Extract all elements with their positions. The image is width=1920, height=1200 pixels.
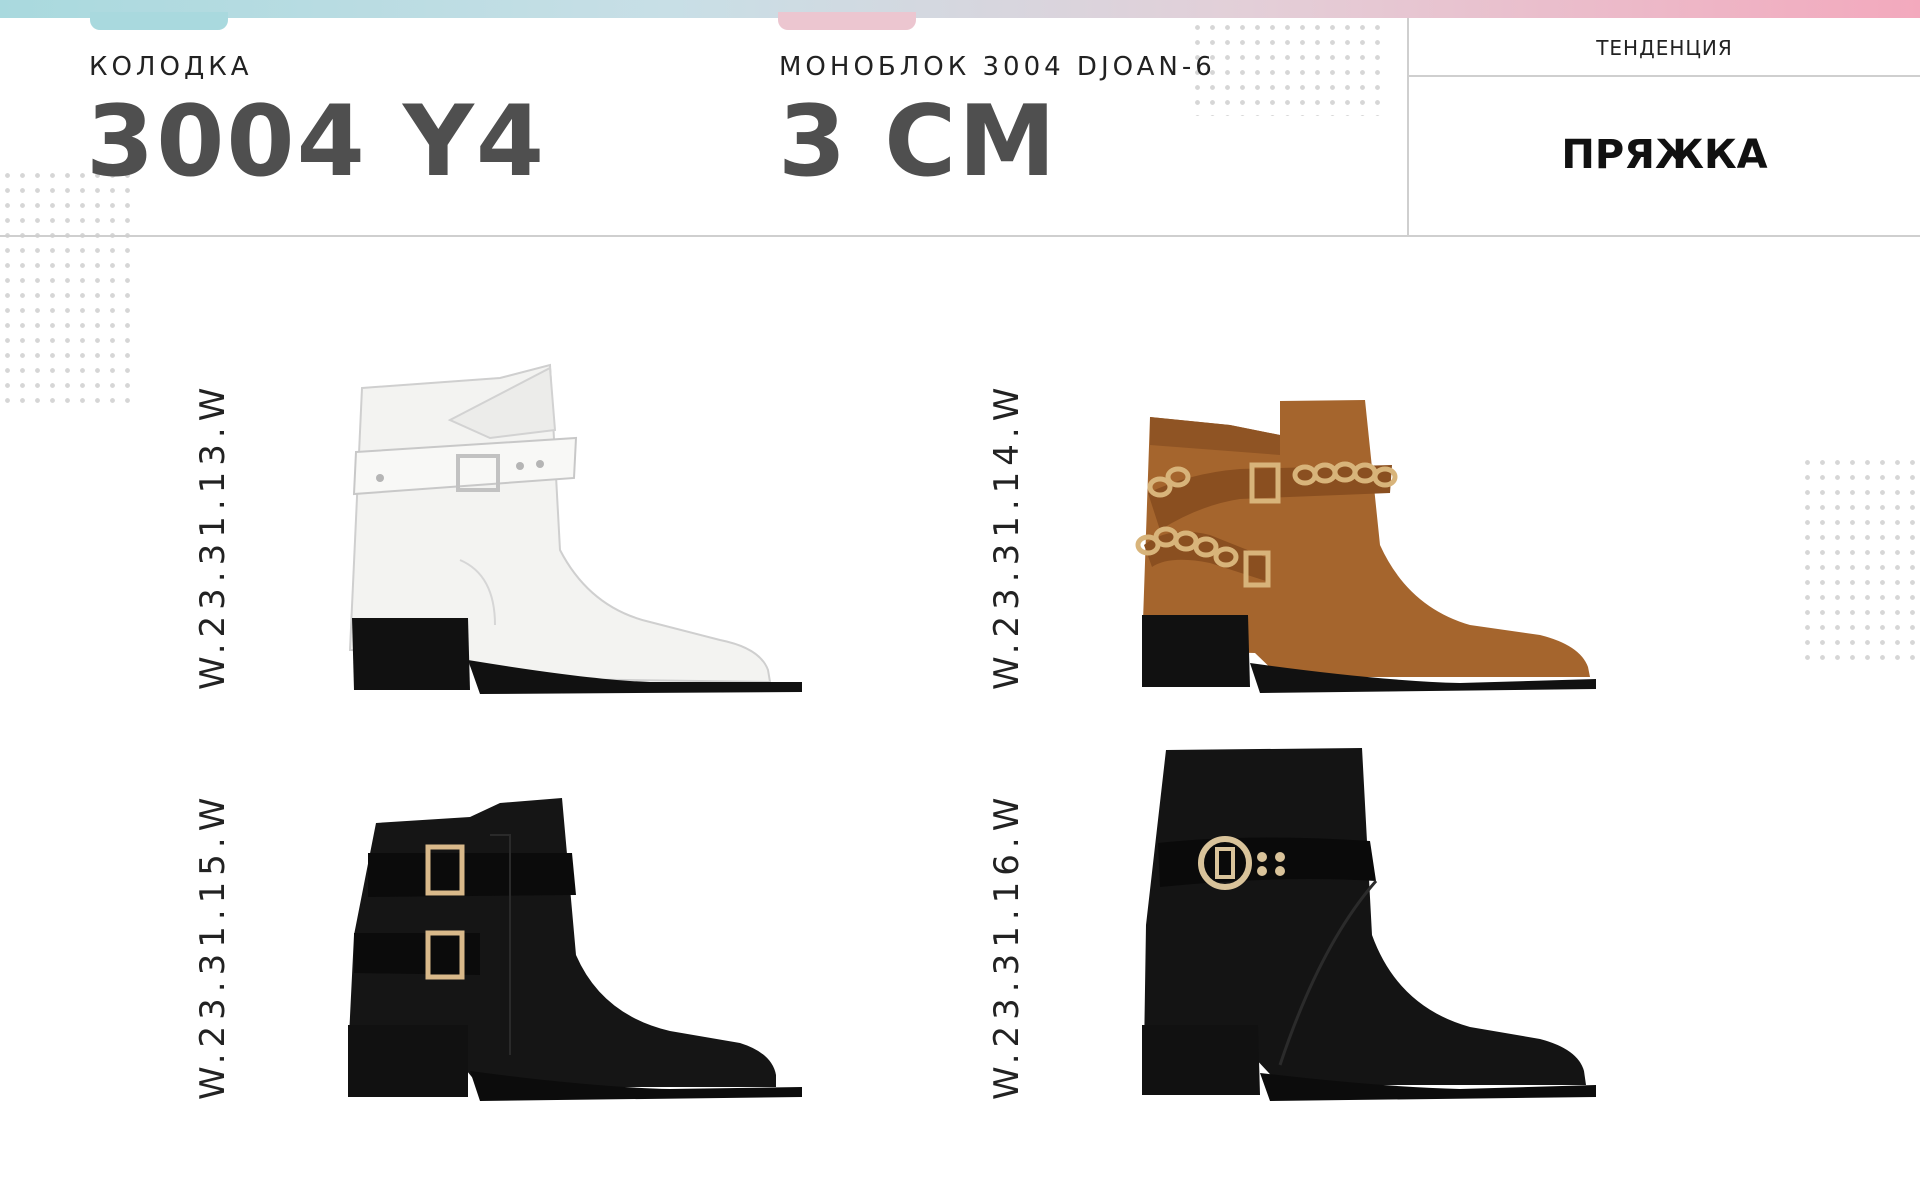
product-code-3: W.23.31.15.W xyxy=(193,791,233,1100)
trend-label: ТЕНДЕНЦИЯ xyxy=(1596,36,1733,60)
product-code-2: W.23.31.14.W xyxy=(987,381,1027,690)
black-double-buckle-boot-image xyxy=(348,798,802,1101)
product-code-1: W.23.31.13.W xyxy=(193,381,233,690)
monoblock-label: МОНОБЛОК 3004 DJOAN-6 xyxy=(779,52,1216,82)
last-label: КОЛОДКА xyxy=(89,52,253,82)
tan-suede-chain-boot-image xyxy=(1135,400,1596,693)
last-value: 3004 Y4 xyxy=(86,85,547,199)
monoblock-value: 3 СМ xyxy=(778,85,1058,199)
product-code-4: W.23.31.16.W xyxy=(987,791,1027,1100)
dot-pattern-top xyxy=(1190,20,1380,116)
header-divider-bottom xyxy=(0,235,1920,237)
header-divider-right xyxy=(1409,75,1920,77)
dot-pattern-right xyxy=(1800,455,1920,665)
decorative-tab-center xyxy=(778,12,916,30)
trend-value: ПРЯЖКА xyxy=(1561,132,1768,178)
black-ring-buckle-boot-image xyxy=(1142,748,1596,1101)
decorative-tab-left xyxy=(90,12,228,30)
white-buckle-ankle-boot-image xyxy=(348,363,802,694)
top-gradient-bar xyxy=(0,0,1920,18)
dot-pattern-left xyxy=(0,168,135,408)
